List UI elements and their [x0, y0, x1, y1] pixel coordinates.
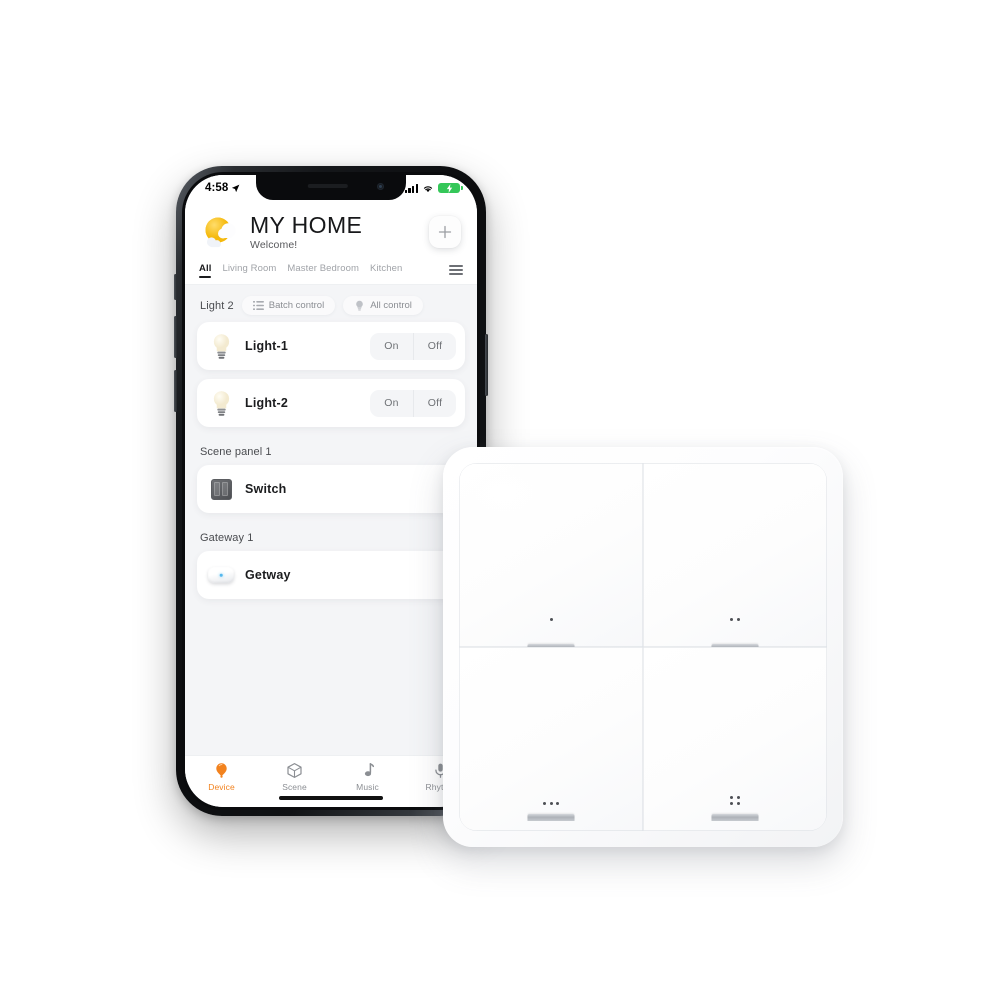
earpiece-speaker — [307, 184, 348, 188]
onoff-control: On Off — [370, 389, 456, 417]
key-indicator-dots-1 — [540, 618, 562, 621]
key-indicator-dots-3 — [540, 802, 562, 805]
key-gloss — [473, 474, 575, 539]
key-indicator-dots-2 — [724, 618, 746, 621]
battery-charging-icon — [438, 182, 463, 194]
switch-key-bottom-left[interactable] — [459, 647, 643, 831]
phone-screen: 4:58 MY HOME Welcome! All Living Room Ma… — [185, 175, 477, 807]
product-scene: 4:58 MY HOME Welcome! All Living Room Ma… — [0, 0, 1000, 1000]
on-button[interactable]: On — [370, 390, 413, 417]
home-title-block: MY HOME Welcome! — [250, 213, 420, 250]
wall-switch-face — [459, 463, 827, 831]
sun-cloud-icon — [199, 211, 241, 253]
all-control-label: All control — [370, 300, 412, 311]
device-name: Getway — [245, 568, 291, 582]
phone-power-button — [485, 334, 488, 396]
phone-volume-up-button — [174, 316, 177, 358]
phone-bezel: 4:58 MY HOME Welcome! All Living Room Ma… — [182, 172, 480, 810]
tab-label: Scene — [282, 782, 307, 792]
tab-music[interactable]: Music — [331, 762, 404, 792]
off-button[interactable]: Off — [413, 332, 456, 360]
key-metal-tab — [711, 814, 759, 821]
device-card-light-1[interactable]: Light-1 On Off — [197, 322, 465, 370]
home-indicator[interactable] — [279, 796, 383, 800]
device-name: Light-2 — [245, 396, 289, 410]
switch-panel-icon — [208, 478, 234, 500]
batch-control-button[interactable]: Batch control — [241, 296, 336, 315]
room-tab-bar: All Living Room Master Bedroom Kitchen — [185, 263, 477, 285]
smartphone-device: 4:58 MY HOME Welcome! All Living Room Ma… — [174, 166, 488, 816]
app-header: MY HOME Welcome! — [185, 201, 477, 263]
room-tab-living-room[interactable]: Living Room — [222, 263, 276, 277]
cellular-signal-icon — [404, 183, 418, 193]
location-arrow-icon — [232, 184, 240, 192]
add-device-button[interactable] — [429, 216, 461, 248]
tab-label: Music — [356, 782, 379, 792]
device-name: Light-1 — [245, 339, 289, 353]
front-camera — [377, 183, 384, 190]
switch-key-top-right[interactable] — [643, 463, 827, 651]
room-tab-master-bedroom[interactable]: Master Bedroom — [287, 263, 359, 277]
key-indicator-dots-4 — [729, 795, 741, 805]
light-bulb-icon — [208, 333, 234, 360]
music-note-icon — [364, 763, 375, 777]
switch-key-top-left[interactable] — [459, 463, 643, 651]
light-group-header: Light 2 Batch control All control — [197, 293, 465, 322]
device-card-switch[interactable]: Switch — [197, 465, 465, 513]
bottom-tab-bar: Device Scene Music Rhythm — [185, 755, 477, 807]
device-card-light-2[interactable]: Light-2 On Off — [197, 379, 465, 427]
gateway-icon — [208, 567, 234, 583]
light-bulb-icon — [208, 390, 234, 417]
batch-control-label: Batch control — [268, 300, 325, 311]
room-tab-kitchen[interactable]: Kitchen — [370, 263, 402, 277]
status-bar-left: 4:58 — [205, 182, 240, 194]
hamburger-menu-icon[interactable] — [449, 265, 463, 275]
section-label-scene-panel: Scene panel 1 — [200, 446, 272, 458]
all-control-button[interactable]: All control — [343, 296, 423, 315]
off-button[interactable]: Off — [413, 389, 456, 417]
onoff-control: On Off — [370, 332, 456, 360]
plus-icon — [438, 225, 452, 239]
tab-device[interactable]: Device — [185, 762, 258, 792]
tab-label: Device — [208, 782, 235, 792]
phone-notch — [256, 175, 406, 200]
phone-mute-switch — [174, 274, 177, 300]
device-card-gateway[interactable]: Getway — [197, 551, 465, 599]
bulb-icon — [356, 300, 363, 311]
switch-key-bottom-right[interactable] — [643, 647, 827, 831]
device-name: Switch — [245, 482, 287, 496]
phone-volume-down-button — [174, 370, 177, 412]
section-label-gateway: Gateway 1 — [200, 532, 254, 544]
welcome-subtitle: Welcome! — [250, 238, 298, 251]
device-list: Light 2 Batch control All control Light-… — [185, 285, 477, 755]
on-button[interactable]: On — [370, 333, 413, 360]
status-time: 4:58 — [205, 182, 229, 194]
balloon-bulb-icon — [216, 763, 227, 778]
room-tab-all[interactable]: All — [199, 263, 212, 278]
status-bar-right — [404, 182, 463, 194]
key-metal-tab — [527, 814, 575, 821]
cube-icon — [287, 763, 302, 778]
page-title: MY HOME — [250, 212, 363, 239]
tab-scene[interactable]: Scene — [258, 762, 331, 792]
wifi-icon — [423, 185, 433, 192]
list-icon — [252, 301, 264, 310]
wall-switch-panel — [443, 447, 843, 847]
light-group-name: Light 2 — [200, 299, 234, 312]
